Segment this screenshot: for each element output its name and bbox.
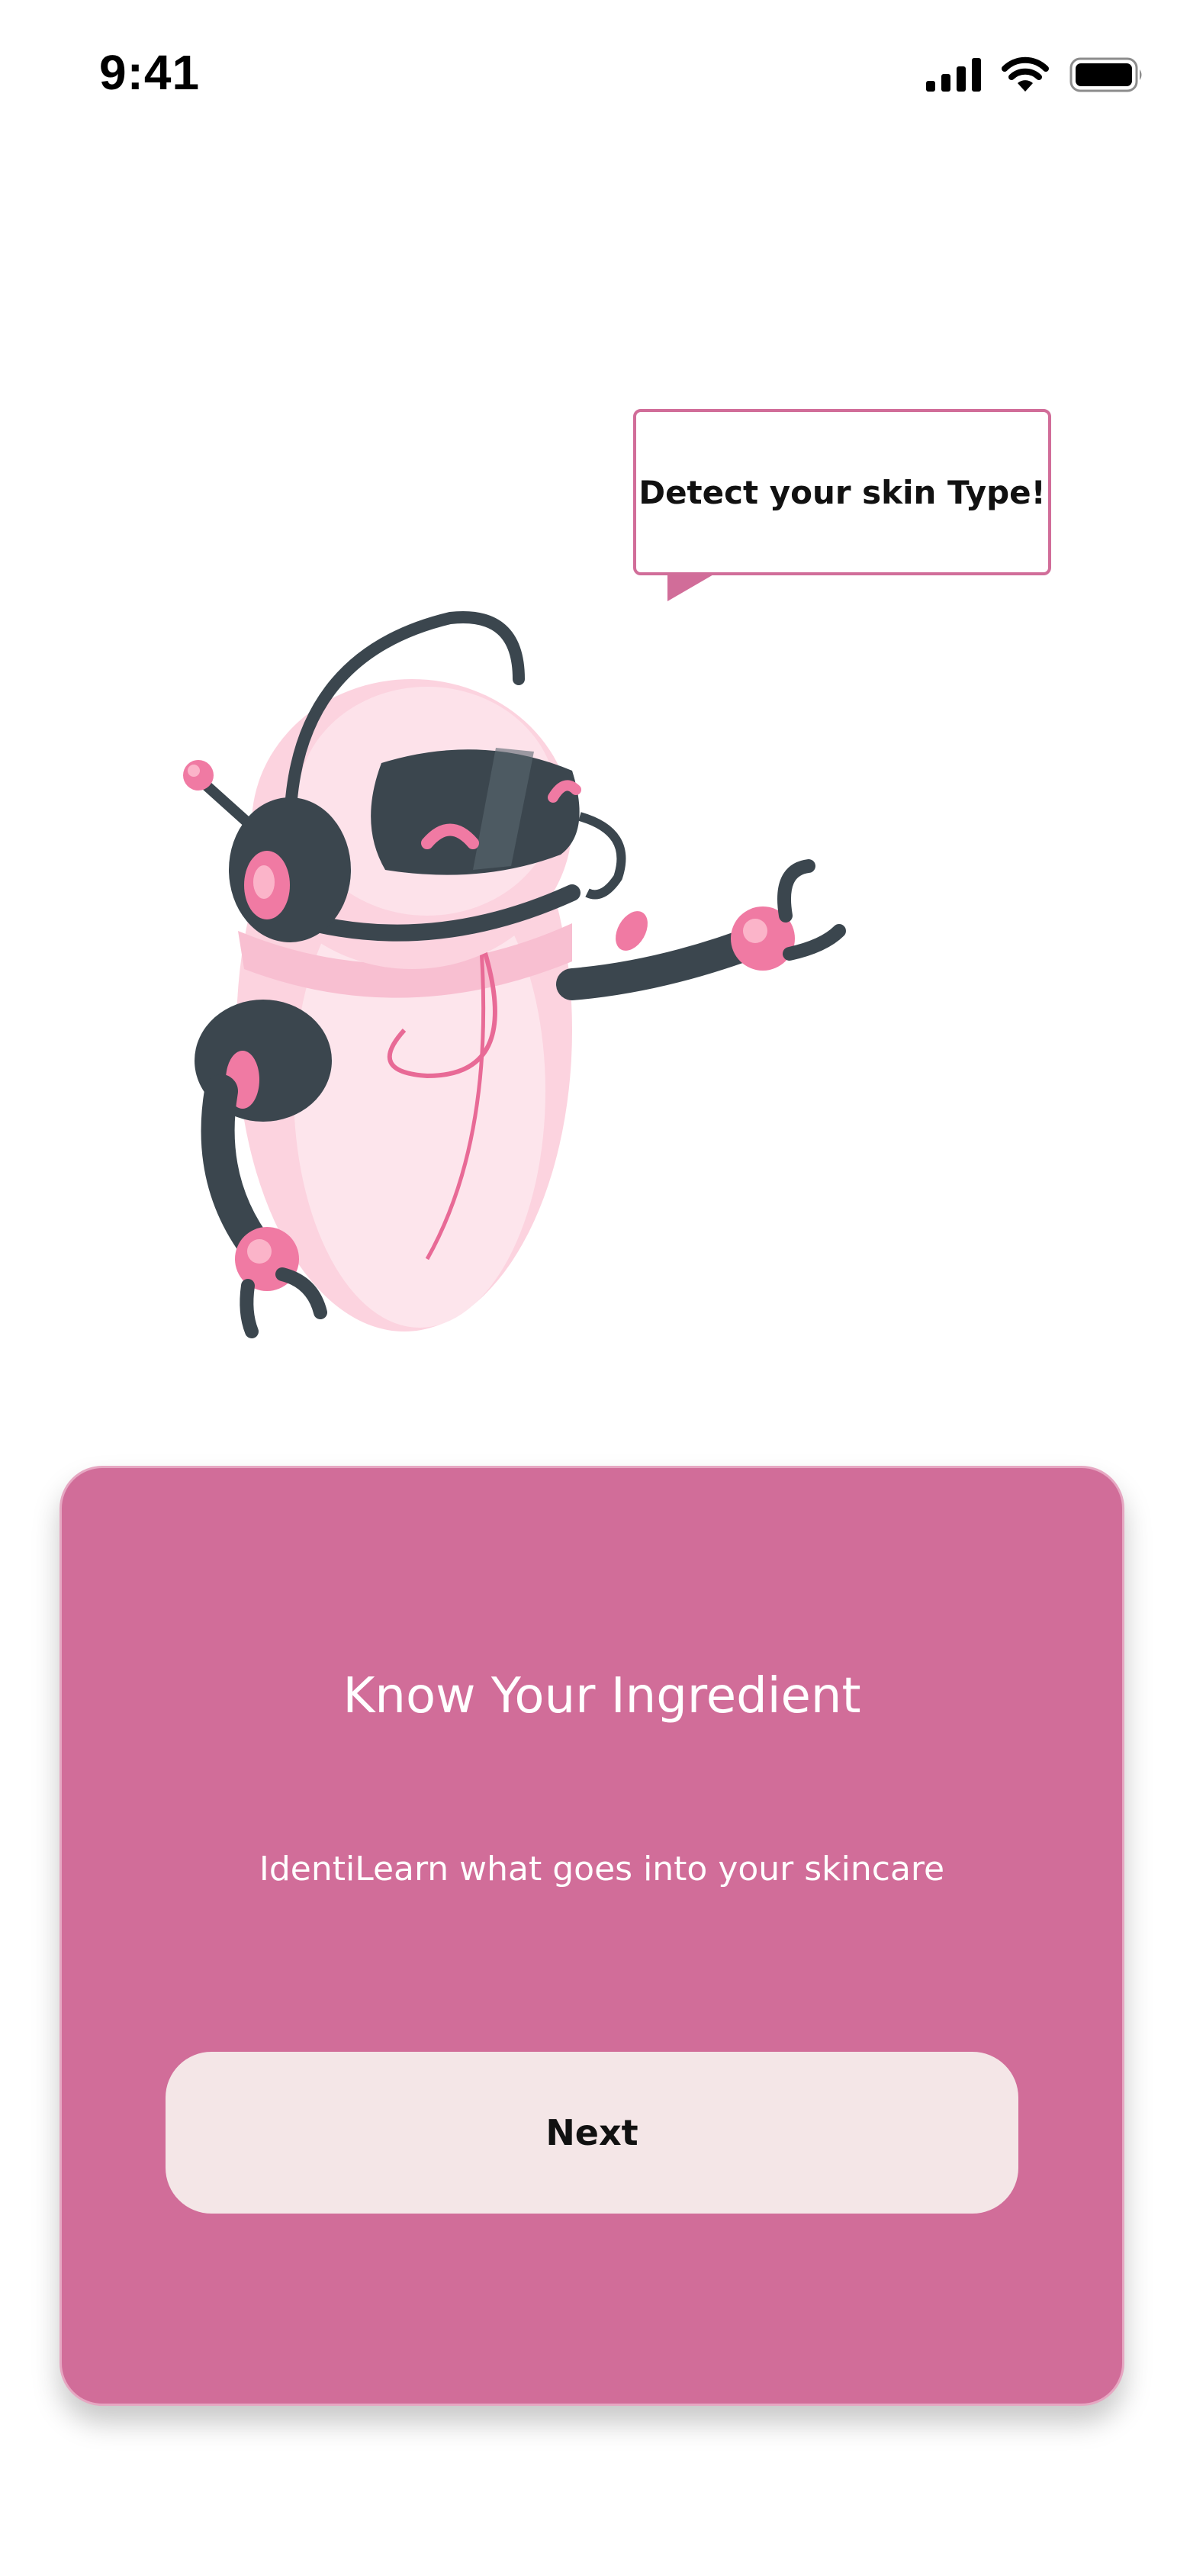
onboarding-screen: 9:41 Detect your skin Type! Know Your In… xyxy=(0,0,1190,2576)
speech-bubble-text: Detect your skin Type! xyxy=(638,473,1046,511)
next-button[interactable]: Next xyxy=(166,2052,1018,2214)
wifi-icon xyxy=(1001,56,1050,93)
card-subtitle: IdentiLearn what goes into your skincare xyxy=(259,1850,945,1889)
status-time: 9:41 xyxy=(99,45,201,100)
status-icons xyxy=(926,52,1144,98)
robot-illustration xyxy=(183,611,846,1338)
onboarding-card: Know Your Ingredient IdentiLearn what go… xyxy=(60,1466,1124,2406)
speech-bubble-tail xyxy=(667,574,715,601)
cellular-signal-icon xyxy=(926,58,981,92)
card-title: Know Your Ingredient xyxy=(343,1668,861,1724)
speech-bubble: Detect your skin Type! xyxy=(633,409,1051,575)
status-bar: 9:41 xyxy=(0,0,1190,153)
battery-icon xyxy=(1069,57,1144,92)
